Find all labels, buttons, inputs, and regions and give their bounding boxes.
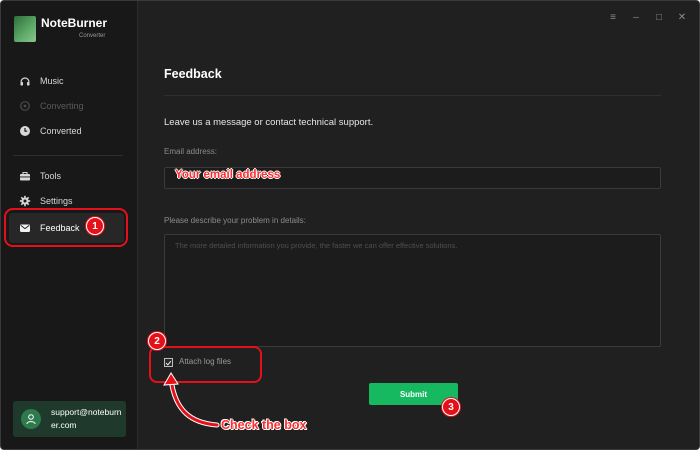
problem-textarea[interactable] [164, 234, 661, 347]
sidebar-item-label: Converting [40, 101, 84, 111]
intro-text: Leave us a message or contact technical … [164, 117, 374, 128]
sidebar-item-converting[interactable]: Converting [13, 95, 133, 117]
app-window: NoteBurner Converter Music Converting Co… [0, 0, 700, 450]
app-subtitle: Converter [79, 33, 106, 39]
step-badge-3: 3 [442, 398, 460, 416]
user-icon [26, 414, 36, 425]
clock-icon [19, 125, 31, 137]
annotation-callout: Check the box [221, 418, 307, 432]
step-badge-1: 1 [86, 217, 104, 235]
converting-icon [19, 100, 31, 112]
sidebar-item-label: Music [40, 76, 64, 86]
attach-log-label: Attach log files [179, 357, 232, 366]
problem-textarea-placeholder: The more detailed information you provid… [175, 241, 458, 250]
email-label: Email address: [164, 147, 217, 156]
gear-icon [19, 195, 31, 207]
annotation-highlight-feedback [4, 208, 128, 247]
email-field-placeholder: Your email address [175, 169, 281, 181]
sidebar-item-label: Converted [40, 126, 82, 136]
sidebar-divider [13, 155, 123, 156]
sidebar-item-label: Settings [40, 196, 73, 206]
page-title: Feedback [164, 67, 222, 81]
window-controls: ≡ – □ ✕ [608, 12, 687, 23]
title-divider [164, 95, 661, 96]
sidebar-item-label: Tools [40, 171, 62, 181]
avatar [21, 409, 41, 429]
account-card[interactable]: support@noteburner.com [13, 401, 126, 437]
close-icon[interactable]: ✕ [677, 12, 687, 23]
app-logo [14, 16, 36, 42]
sidebar-item-music[interactable]: Music [13, 70, 133, 92]
step-badge-2: 2 [148, 332, 166, 350]
sidebar-item-converted[interactable]: Converted [13, 120, 133, 142]
checkmark-icon [165, 360, 172, 366]
toolbox-icon [19, 170, 31, 182]
headphones-icon [19, 75, 31, 87]
sidebar-item-tools[interactable]: Tools [13, 165, 133, 187]
account-email: support@noteburner.com [51, 407, 122, 430]
app-name: NoteBurner [41, 16, 108, 30]
attach-log-checkbox[interactable] [164, 358, 173, 367]
minimize-icon[interactable]: – [631, 12, 641, 23]
menu-icon[interactable]: ≡ [608, 12, 618, 23]
problem-label: Please describe your problem in details: [164, 216, 306, 225]
maximize-icon[interactable]: □ [654, 12, 664, 23]
